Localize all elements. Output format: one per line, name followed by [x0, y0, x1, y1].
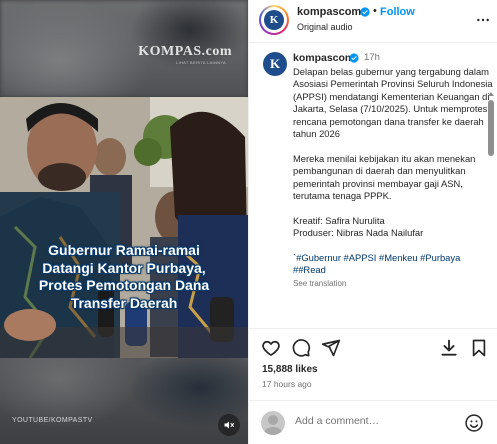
like-count[interactable]: 15,888 likes	[262, 364, 318, 375]
verified-badge-icon	[360, 7, 370, 17]
follow-button[interactable]: Follow	[380, 6, 415, 18]
caption-timestamp[interactable]: 17h	[364, 52, 380, 63]
video-blur-backdrop-bottom	[0, 358, 248, 444]
separator-dot: •	[373, 5, 377, 17]
caption-credit-producer: Produser: Nibras Nada Nailufar	[293, 227, 424, 239]
see-translation-link[interactable]: See translation	[293, 278, 493, 290]
caption-paragraph: Mereka menilai kebijakan itu akan meneka…	[293, 152, 476, 202]
header-username-link[interactable]: kompascom	[297, 6, 361, 18]
posted-time[interactable]: 17 hours ago	[262, 379, 312, 389]
speaker-muted-icon	[224, 421, 234, 429]
video-frame: Gubernur Ramai-ramai Datangi Kantor Purb…	[0, 97, 248, 358]
emoji-icon[interactable]	[464, 413, 484, 433]
download-icon[interactable]	[439, 338, 459, 358]
reel-video-player[interactable]: KOMPAS.com LIHAT BERITA LAINNYA Gubernur…	[0, 0, 248, 444]
kompas-watermark-sub: LIHAT BERITA LAINNYA	[176, 60, 226, 65]
kompas-watermark-top: KOMPAS.com	[138, 44, 232, 59]
story-ring-avatar[interactable]: K	[259, 5, 289, 35]
scroll-up-arrow-icon[interactable]	[488, 92, 494, 96]
caption-credit-writer: Kreatif: Safira Nurulita	[293, 214, 385, 226]
caption-hashtags[interactable]: `#Gubernur #APPSI #Menkeu #Purbaya ##Rea…	[293, 252, 493, 277]
caption-username-link[interactable]: kompascom	[293, 52, 354, 64]
verified-badge-icon	[349, 53, 359, 63]
scrollbar-thumb[interactable]	[488, 100, 494, 156]
video-headline-overlay: Gubernur Ramai-ramai Datangi Kantor Purb…	[0, 242, 248, 312]
comment-input[interactable]	[295, 415, 445, 427]
share-icon[interactable]	[321, 338, 341, 358]
headline-line: Transfer Daerah	[70, 294, 178, 311]
video-scene-illustration	[0, 97, 248, 358]
caption-avatar[interactable]: K	[263, 52, 287, 76]
heart-icon[interactable]	[261, 338, 281, 358]
original-audio-link[interactable]: Original audio	[297, 22, 353, 32]
headline-line: Gubernur Ramai-ramai	[48, 242, 200, 258]
headline-line: Protes Pemotongan Dana	[38, 277, 210, 293]
user-avatar-icon	[264, 415, 282, 435]
caption-section: K kompascom 17h Delapan belas gubernur y…	[249, 43, 497, 328]
caption-text: Delapan belas gubernur yang tergabung da…	[293, 66, 493, 290]
current-user-avatar	[261, 411, 285, 435]
post-details-panel: K kompascom • Follow Original audio K ko…	[248, 0, 497, 444]
caption-paragraph: Delapan belas gubernur yang tergabung da…	[293, 66, 493, 140]
mute-toggle-button[interactable]	[218, 414, 240, 436]
comment-icon[interactable]	[291, 338, 311, 358]
kompas-logo-icon: K	[264, 10, 284, 30]
post-actions: 15,888 likes 17 hours ago	[249, 328, 497, 400]
avatar: K	[261, 7, 287, 33]
more-options-icon[interactable]	[475, 12, 491, 28]
post-header: K kompascom • Follow Original audio	[249, 0, 497, 43]
caption-scrollbar[interactable]	[486, 92, 496, 328]
headline-line: Datangi Kantor Purbaya,	[42, 259, 206, 276]
comment-bar	[249, 400, 497, 444]
kompastv-watermark: YOUTUBE/KOMPASTV	[12, 417, 93, 424]
kompas-logo-icon: K	[263, 52, 287, 76]
bookmark-icon[interactable]	[469, 338, 489, 358]
